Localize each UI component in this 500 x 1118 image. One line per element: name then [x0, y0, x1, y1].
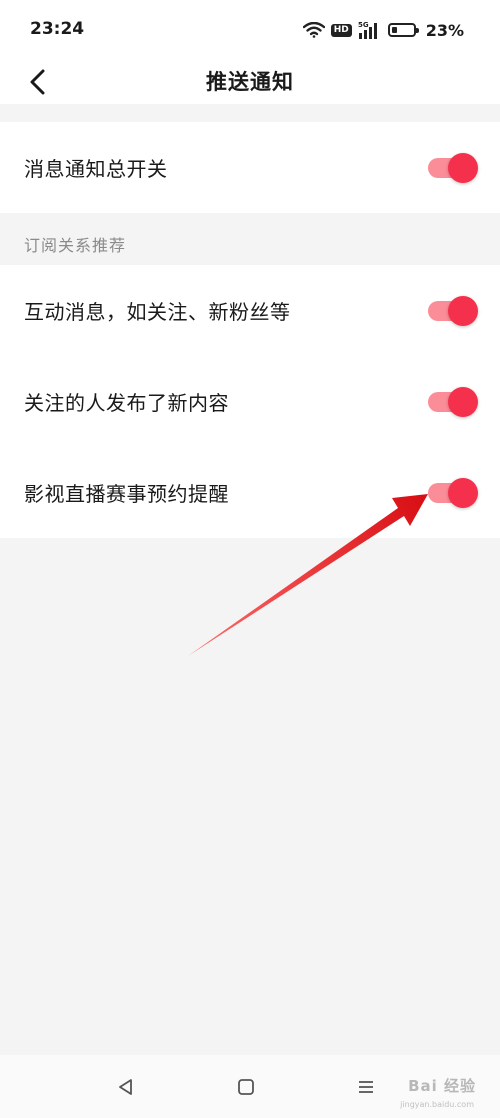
setting-row-followed-content: 关注的人发布了新内容: [0, 356, 500, 447]
system-menu-button[interactable]: [352, 1073, 380, 1101]
master-switch-card: 消息通知总开关: [0, 122, 500, 213]
signal-5g-icon: 5G: [358, 21, 377, 39]
master-switch-toggle[interactable]: [428, 151, 478, 185]
followed-content-toggle[interactable]: [428, 385, 478, 419]
svg-text:5G: 5G: [358, 21, 369, 29]
status-time: 23:24: [30, 19, 85, 39]
toggle-knob: [448, 295, 478, 326]
square-home-icon: [238, 1079, 254, 1095]
live-reminder-toggle[interactable]: [428, 476, 478, 510]
setting-row-master: 消息通知总开关: [0, 122, 500, 213]
setting-label-master: 消息通知总开关: [24, 157, 168, 181]
triangle-back-icon: [119, 1079, 132, 1095]
setting-label-interactions: 互动消息，如关注、新粉丝等: [24, 300, 291, 324]
watermark: Bai 经验: [408, 1077, 476, 1095]
battery-level: [391, 27, 397, 33]
hd-icon: HD: [330, 23, 352, 37]
system-home-button[interactable]: [232, 1073, 260, 1101]
setting-label-followed-content: 关注的人发布了新内容: [24, 391, 229, 415]
toggle-knob: [448, 386, 478, 417]
setting-row-live-reminder: 影视直播赛事预约提醒: [0, 447, 500, 538]
toggle-knob: [448, 152, 478, 183]
status-icons: HD 5G 23%: [302, 17, 464, 43]
wifi-icon: [302, 22, 325, 38]
battery-icon: [387, 23, 419, 37]
page-title: 推送通知: [206, 70, 294, 94]
watermark-url: jingyan.baidu.com: [400, 1100, 474, 1109]
section-header: 订阅关系推荐: [24, 236, 127, 255]
toggle-knob: [448, 477, 478, 508]
subscription-card: 互动消息，如关注、新粉丝等 关注的人发布了新内容 影视直播赛事预约提醒: [0, 265, 500, 538]
setting-row-interactions: 互动消息，如关注、新粉丝等: [0, 265, 500, 356]
interactions-toggle[interactable]: [428, 294, 478, 328]
setting-label-live-reminder: 影视直播赛事预约提醒: [24, 482, 229, 506]
battery-percent: 23%: [425, 20, 464, 40]
status-bar: 23:24 HD 5G 23%: [0, 0, 500, 60]
nav-bar: 推送通知: [0, 60, 500, 104]
system-back-button[interactable]: [112, 1073, 140, 1101]
menu-lines-icon: [359, 1081, 373, 1093]
